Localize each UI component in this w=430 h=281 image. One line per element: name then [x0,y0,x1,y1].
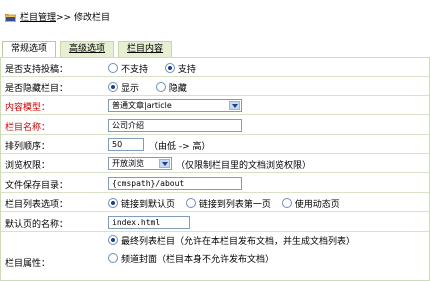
browse-permission-label: 浏览权限： [5,161,51,171]
list-option-first-page[interactable]: 链接到列表第一页 [185,197,271,210]
radio-dynamic-page[interactable] [281,198,292,208]
hidden-option-hide[interactable]: 隐藏 [155,81,187,94]
category-attr-option-final-list[interactable]: 最终列表栏目（允许在本栏目发布文档，并生成文档列表） [108,234,355,247]
tab-advanced-options[interactable]: 高级选项 [60,41,115,57]
row-content-model: 内容模型： 普通文章|article [1,96,429,115]
allow-submit-label: 是否支持投稿： [5,65,69,75]
default-page-input[interactable]: index.html [108,216,190,229]
row-list-options: 栏目列表选项： 链接到默认页 链接到列表第一页 使用动态页 [1,193,429,212]
category-attr-label: 栏目属性： [5,259,51,269]
hidden-label: 是否隐藏栏目： [5,84,69,94]
content-model-label: 内容模型： [5,103,51,113]
browse-permission-select[interactable]: 开放浏览 [108,157,172,170]
chevron-down-icon[interactable] [159,159,170,168]
form-panel: 是否支持投稿： 不支持 支持 是否隐藏栏目： 显示 隐藏 内容模型： 普通文章|… [0,57,430,281]
default-page-label: 默认页的名称： [5,220,69,230]
allow-submit-option-yes[interactable]: 支持 [164,62,196,75]
breadcrumb-link-category-manage[interactable]: 栏目管理 [20,13,56,23]
row-default-page: 默认页的名称： index.html [1,212,429,232]
hidden-option-show[interactable]: 显示 [108,81,139,94]
category-name-input[interactable]: 公司介绍 [108,119,242,132]
row-hidden: 是否隐藏栏目： 显示 隐藏 [1,77,429,96]
list-option-default-page[interactable]: 链接到默认页 [108,197,175,210]
radio-link-first-page[interactable] [185,198,196,208]
category-attr-option-channel-cover[interactable]: 频道封面（栏目本身不允许发布文档） [108,252,274,265]
save-dir-label: 文件保存目录： [5,181,69,191]
radio-show[interactable] [108,82,118,92]
sort-order-label: 排列顺序： [5,142,51,152]
category-name-label: 栏目名称： [5,123,51,133]
list-options-label: 栏目列表选项： [5,200,69,210]
row-category-attr: 栏目属性： 最终列表栏目（允许在本栏目发布文档，并生成文档列表） 频道封面（栏目… [1,232,429,280]
row-sort-order: 排列顺序： 50 （由低 -> 高） [1,135,429,154]
row-browse-permission: 浏览权限： 开放浏览 （仅限制栏目里的文档浏览权限） [1,154,429,173]
chevron-down-icon[interactable] [229,101,240,110]
radio-hide[interactable] [155,82,166,92]
allow-submit-option-no[interactable]: 不支持 [108,62,148,75]
sort-order-hint: （由低 -> 高） [149,142,211,152]
content-model-select[interactable]: 普通文章|article [108,99,242,112]
hidden-options: 显示 隐藏 [108,81,201,94]
row-allow-submit: 是否支持投稿： 不支持 支持 [1,58,429,77]
tab-category-content[interactable]: 栏目内容 [118,41,173,57]
list-option-dynamic-page[interactable]: 使用动态页 [281,197,340,210]
radio-channel-cover[interactable] [108,253,118,263]
row-save-dir: 文件保存目录： {cmspath}/about [1,173,429,193]
breadcrumb-separator: >> [56,13,72,23]
sort-order-input[interactable]: 50 [108,138,144,151]
radio-link-default-page[interactable] [108,198,118,208]
row-category-name: 栏目名称： 公司介绍 [1,115,429,135]
breadcrumb-current: 修改栏目 [73,13,110,23]
radio-support[interactable] [164,63,175,73]
breadcrumb: 栏目管理>> 修改栏目 [20,13,110,24]
radio-not-support[interactable] [108,63,118,73]
header-bar: 栏目管理>> 修改栏目 [0,0,430,34]
folder-icon [5,14,16,22]
save-dir-input[interactable]: {cmspath}/about [108,177,242,190]
list-options-group: 链接到默认页 链接到列表第一页 使用动态页 [108,197,340,210]
allow-submit-options: 不支持 支持 [108,62,210,75]
tab-strip: 常规选项 高级选项 栏目内容 [2,41,176,58]
browse-permission-hint: （仅限制栏目里的文档浏览权限） [176,161,312,171]
tab-general-options[interactable]: 常规选项 [2,41,57,58]
radio-final-list[interactable] [108,235,118,245]
